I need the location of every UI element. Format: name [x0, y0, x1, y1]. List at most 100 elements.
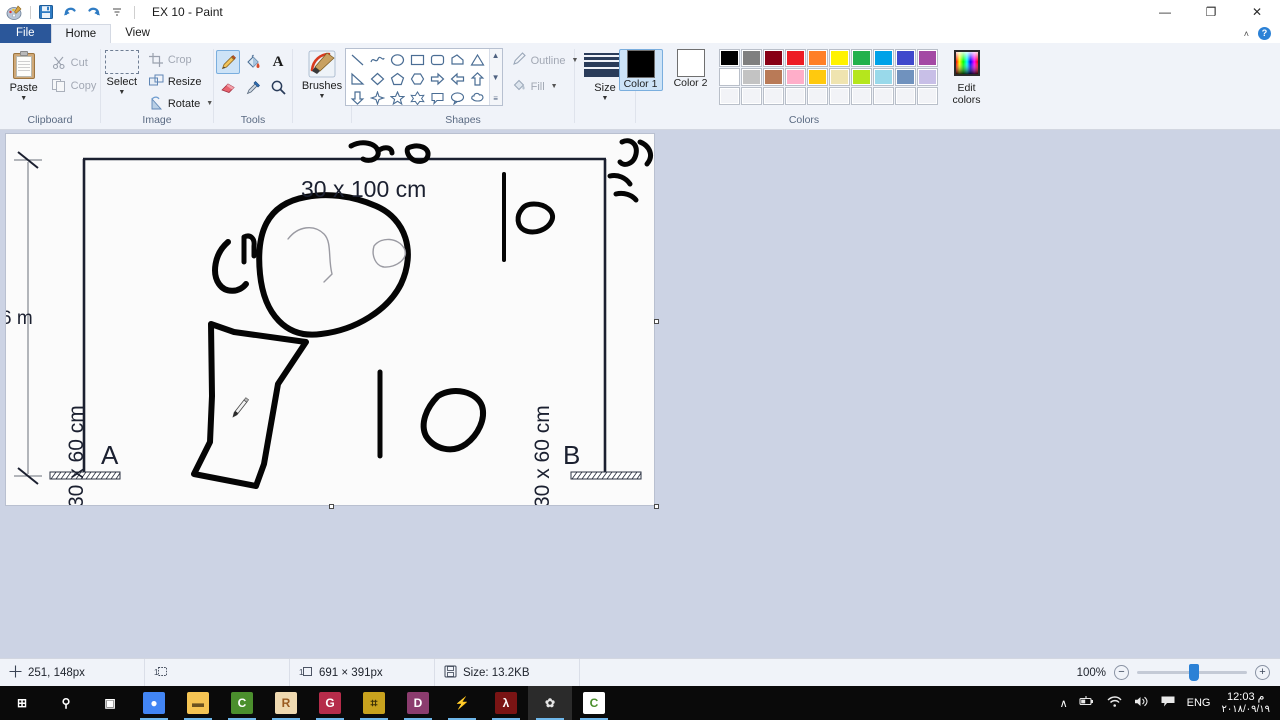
undo-icon[interactable]	[62, 4, 79, 21]
color-swatch-3-1[interactable]	[718, 87, 740, 105]
tab-view[interactable]: View	[111, 24, 164, 43]
color-swatch-3-7[interactable]	[850, 87, 872, 105]
shape-up-arrow[interactable]	[468, 70, 487, 88]
tab-file[interactable]: File	[0, 24, 51, 43]
taskbar-file-explorer-icon[interactable]: ▬	[176, 686, 220, 720]
taskbar-camtasia-icon[interactable]: C	[220, 686, 264, 720]
shapes-scroll-up-icon[interactable]: ▲	[492, 51, 500, 60]
shape-down-arrow[interactable]	[348, 89, 367, 107]
chevron-up-icon[interactable]: ˄	[1244, 29, 1249, 39]
shapes-scroll-down-icon[interactable]: ▼	[492, 73, 500, 82]
taskbar-task-view-icon[interactable]: ▣	[88, 686, 132, 720]
shape-rectangle[interactable]	[408, 51, 427, 69]
help-icon[interactable]: ?	[1258, 27, 1271, 40]
canvas-handle-right[interactable]	[654, 319, 659, 324]
zoom-slider-thumb[interactable]	[1189, 664, 1199, 681]
resize-button[interactable]: Resize	[146, 71, 216, 92]
show-hidden-icons-icon[interactable]: ∧	[1060, 697, 1068, 710]
taskbar-search-icon[interactable]: ⚲	[44, 686, 88, 720]
zoom-in-button[interactable]: +	[1255, 665, 1270, 680]
battery-icon[interactable]	[1079, 695, 1095, 711]
zoom-slider[interactable]	[1137, 664, 1247, 681]
tab-home[interactable]: Home	[50, 24, 112, 43]
size-dropdown-icon[interactable]: ▼	[602, 95, 609, 102]
copy-button[interactable]: Copy	[49, 75, 100, 96]
color-swatch-1-9[interactable]	[894, 49, 916, 67]
select-button[interactable]: Select ▼	[98, 47, 146, 96]
shape-curve[interactable]	[368, 51, 387, 69]
canvas-handle-corner[interactable]	[654, 504, 659, 509]
zoom-out-button[interactable]: −	[1114, 665, 1129, 680]
canvas-handle-bottom[interactable]	[329, 504, 334, 509]
shape-oval-callout[interactable]	[448, 89, 467, 107]
brushes-button[interactable]: Brushes ▼	[296, 47, 348, 100]
shape-right-triangle[interactable]	[348, 70, 367, 88]
clock[interactable]: 12:03 م ٢٠١٨/٠٩/١٩	[1221, 691, 1270, 716]
wifi-icon[interactable]	[1106, 695, 1122, 711]
text-tool[interactable]: A	[266, 50, 290, 74]
rotate-button[interactable]: Rotate ▼	[146, 93, 216, 114]
color-swatch-1-8[interactable]	[872, 49, 894, 67]
color-swatch-3-3[interactable]	[762, 87, 784, 105]
shape-five-point-star[interactable]	[388, 89, 407, 107]
crop-button[interactable]: Crop	[146, 49, 216, 70]
select-dropdown-icon[interactable]: ▼	[118, 89, 125, 96]
language-indicator[interactable]: ENG	[1187, 697, 1211, 709]
taskbar-paint-icon[interactable]: ✿	[528, 686, 572, 720]
shape-six-point-star[interactable]	[408, 89, 427, 107]
outline-button[interactable]: Outline ▼	[509, 50, 582, 71]
fill-dropdown-icon[interactable]: ▼	[551, 83, 558, 90]
shape-right-arrow[interactable]	[428, 70, 447, 88]
color-swatch-3-4[interactable]	[784, 87, 806, 105]
color-swatch-3-6[interactable]	[828, 87, 850, 105]
pencil-tool[interactable]	[216, 50, 240, 74]
color-swatch-2-7[interactable]	[850, 68, 872, 86]
paint-canvas[interactable]: 30 x 60 cm 30 x 60 cm 30 x 100 cm 6 m A …	[5, 133, 655, 506]
color-swatch-1-6[interactable]	[828, 49, 850, 67]
color-swatch-2-8[interactable]	[872, 68, 894, 86]
action-center-icon[interactable]	[1160, 695, 1176, 711]
canvas-workspace[interactable]: 30 x 60 cm 30 x 60 cm 30 x 100 cm 6 m A …	[0, 130, 1280, 658]
taskbar-chrome-icon[interactable]: ●	[132, 686, 176, 720]
shape-polygon[interactable]	[448, 51, 467, 69]
shape-cloud-callout[interactable]	[468, 89, 487, 107]
shapes-scrollbar[interactable]: ▲ ▼ ≡	[488, 49, 502, 105]
restore-button[interactable]: ❐	[1188, 0, 1234, 24]
color-swatch-2-1[interactable]	[718, 68, 740, 86]
color-swatch-2-5[interactable]	[806, 68, 828, 86]
color-swatch-1-7[interactable]	[850, 49, 872, 67]
magnifier-tool[interactable]	[266, 75, 290, 99]
color-picker-tool[interactable]	[241, 75, 265, 99]
taskbar-revit-icon[interactable]: R	[264, 686, 308, 720]
color-swatch-1-3[interactable]	[762, 49, 784, 67]
eraser-tool[interactable]	[216, 75, 240, 99]
taskbar-safe-icon[interactable]: ⚡	[440, 686, 484, 720]
fill-button[interactable]: Fill ▼	[509, 76, 582, 97]
color-swatch-1-5[interactable]	[806, 49, 828, 67]
taskbar-gimp-icon[interactable]: G	[308, 686, 352, 720]
shape-four-point-star[interactable]	[368, 89, 387, 107]
color-swatch-1-1[interactable]	[718, 49, 740, 67]
shape-oval[interactable]	[388, 51, 407, 69]
taskbar-acrobat-reader-icon[interactable]: λ	[484, 686, 528, 720]
taskbar-camtasia-editor-icon[interactable]: C	[572, 686, 616, 720]
color-palette[interactable]	[718, 49, 938, 105]
color-swatch-2-6[interactable]	[828, 68, 850, 86]
taskbar-etabs-icon[interactable]: ⌗	[352, 686, 396, 720]
color-swatch-1-2[interactable]	[740, 49, 762, 67]
color-swatch-2-2[interactable]	[740, 68, 762, 86]
color-swatch-2-4[interactable]	[784, 68, 806, 86]
paste-button[interactable]: Paste ▼	[1, 47, 47, 102]
shape-hexagon[interactable]	[408, 70, 427, 88]
color-swatch-2-10[interactable]	[916, 68, 938, 86]
fill-with-color-tool[interactable]	[241, 50, 265, 74]
volume-icon[interactable]	[1133, 695, 1149, 711]
color-swatch-3-9[interactable]	[894, 87, 916, 105]
rotate-dropdown-icon[interactable]: ▼	[206, 100, 213, 107]
color-2-button[interactable]: Color 2	[669, 49, 713, 89]
taskbar-draftsight-icon[interactable]: D	[396, 686, 440, 720]
color-swatch-1-10[interactable]	[916, 49, 938, 67]
shape-line[interactable]	[348, 51, 367, 69]
shape-triangle[interactable]	[468, 51, 487, 69]
shape-pentagon[interactable]	[388, 70, 407, 88]
